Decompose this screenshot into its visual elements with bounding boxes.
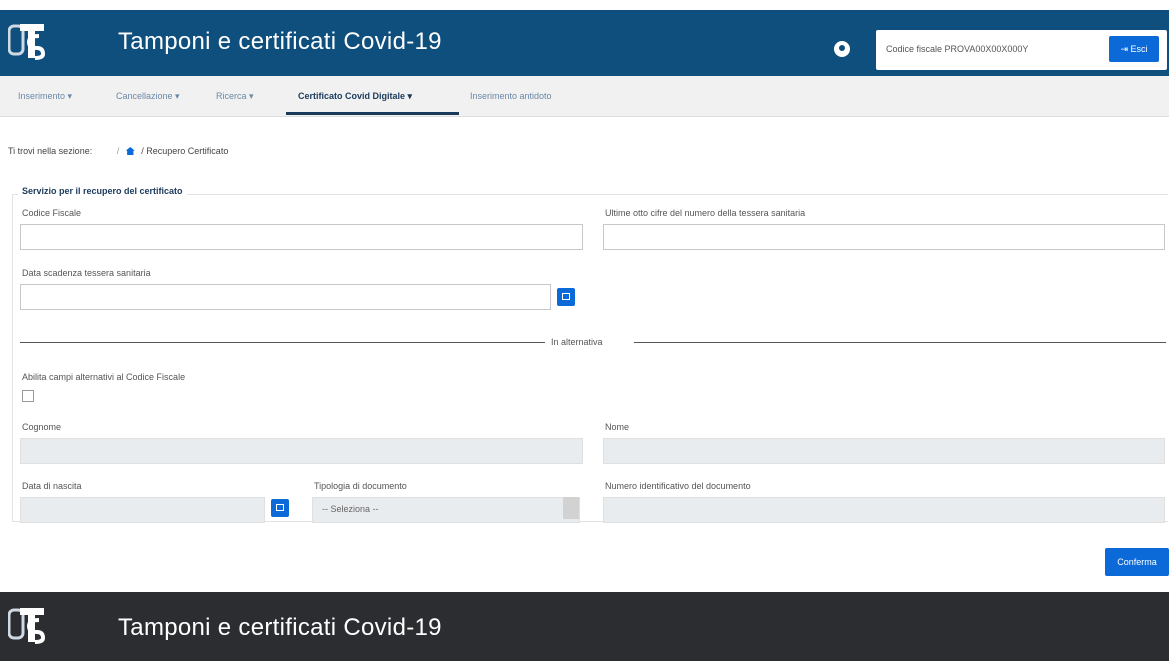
app-footer: Tamponi e certificati Covid-19 [0, 592, 1169, 661]
form-legend: Servizio per il recupero del certificato [18, 186, 187, 196]
active-tab-indicator [286, 112, 459, 115]
calendar-icon[interactable] [557, 288, 575, 306]
numero-documento-input[interactable] [603, 497, 1165, 523]
nav-item-cancellazione[interactable]: Cancellazione ▾ [116, 91, 180, 102]
data-nascita-input[interactable] [20, 497, 265, 523]
tessera-input[interactable] [603, 224, 1165, 250]
scadenza-label: Data scadenza tessera sanitaria [22, 268, 151, 278]
codice-fiscale-box: Codice fiscale PROVA00X00X000Y ⇥ Esci [876, 30, 1167, 70]
confirm-button[interactable]: Conferma [1105, 548, 1169, 576]
codice-fiscale-text: Codice fiscale PROVA00X00X000Y [886, 44, 1029, 54]
nome-input[interactable] [603, 438, 1165, 464]
breadcrumb: Ti trovi nella sezione: / / Recupero Cer… [8, 146, 229, 156]
nome-label: Nome [605, 422, 630, 432]
footer-title: Tamponi e certificati Covid-19 [118, 614, 442, 641]
ts-logo-icon [8, 24, 46, 60]
breadcrumb-prefix: Ti trovi nella sezione: [8, 146, 93, 156]
breadcrumb-current: / Recupero Certificato [141, 146, 229, 156]
codice-fiscale-input[interactable] [20, 224, 583, 250]
separator-right [634, 342, 1166, 343]
main-nav: Inserimento ▾ Cancellazione ▾ Ricerca ▾ … [0, 76, 1169, 117]
exit-button[interactable]: ⇥ Esci [1109, 36, 1159, 62]
scadenza-date-input[interactable] [20, 284, 551, 310]
nav-item-certificato-covid[interactable]: Certificato Covid Digitale ▾ [298, 91, 412, 102]
data-nascita-label: Data di nascita [22, 481, 82, 491]
tipologia-selected-value: -- Seleziona -- [322, 504, 379, 514]
app-title: Tamponi e certificati Covid-19 [118, 28, 442, 55]
exit-icon: ⇥ [1120, 43, 1131, 54]
cognome-input[interactable] [20, 438, 583, 464]
separator-left [20, 342, 545, 343]
nav-item-ricerca[interactable]: Ricerca ▾ [216, 91, 254, 102]
alternative-text: In alternativa [551, 337, 603, 347]
nav-item-inserimento[interactable]: Inserimento ▾ [18, 91, 72, 102]
numero-documento-label: Numero identificativo del documento [605, 481, 751, 491]
chevron-down-icon [563, 497, 579, 519]
calendar-icon[interactable] [271, 499, 289, 517]
ts-logo-icon [8, 608, 46, 644]
home-icon[interactable] [125, 147, 135, 155]
app-header: Tamponi e certificati Covid-19 Codice fi… [0, 10, 1169, 76]
tipologia-label: Tipologia di documento [314, 481, 407, 491]
codice-fiscale-label: Codice Fiscale [22, 208, 82, 218]
abilita-label: Abilita campi alternativi al Codice Fisc… [22, 372, 186, 382]
cognome-label: Cognome [22, 422, 62, 432]
abilita-checkbox[interactable] [22, 390, 34, 402]
exit-label: Esci [1130, 43, 1148, 54]
nav-item-inserimento-antidoto[interactable]: Inserimento antidoto [470, 91, 552, 101]
user-icon[interactable] [834, 41, 850, 57]
tessera-label: Ultime otto cifre del numero della tesse… [605, 208, 806, 218]
